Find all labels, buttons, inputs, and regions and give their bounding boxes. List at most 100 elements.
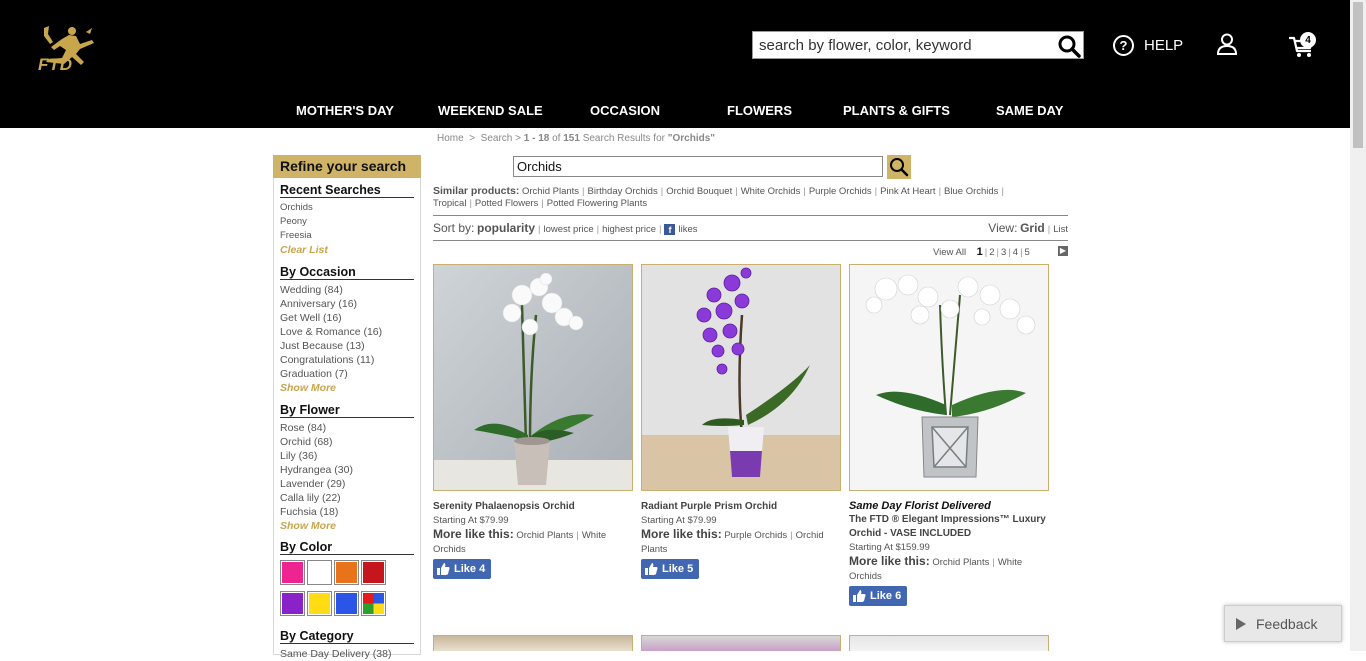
more-like-link[interactable]: Purple Orchids xyxy=(724,530,787,541)
page-link[interactable]: 5 xyxy=(1025,247,1030,258)
nav-same-day[interactable]: SAME DAY xyxy=(996,103,1063,118)
product-image[interactable] xyxy=(849,264,1049,491)
sort-likes[interactable]: likes xyxy=(678,224,697,235)
breadcrumb-separator: > xyxy=(515,133,521,144)
occasion-filter[interactable]: Just Because (13) xyxy=(280,339,414,353)
nav-flowers[interactable]: FLOWERS xyxy=(727,103,792,118)
view-grid[interactable]: Grid xyxy=(1020,221,1045,235)
like-count: 6 xyxy=(895,590,902,602)
help-label: HELP xyxy=(1144,36,1184,54)
view-label: View: xyxy=(988,221,1018,235)
nav-occasion[interactable]: OCCASION xyxy=(590,103,660,118)
like-label: Like xyxy=(870,590,893,602)
similar-link[interactable]: Blue Orchids xyxy=(944,186,998,197)
sort-popularity[interactable]: popularity xyxy=(477,221,535,235)
flower-show-more[interactable]: Show More xyxy=(280,519,414,533)
page-link[interactable]: 3 xyxy=(1001,247,1006,258)
product-name[interactable]: Radiant Purple Prism Orchid xyxy=(641,500,841,514)
more-like-this: More like this: Orchid Plants | White Orch… xyxy=(433,527,607,555)
results-search-input[interactable] xyxy=(514,157,882,176)
results-search-button[interactable] xyxy=(887,155,911,179)
help-icon: ? xyxy=(1113,34,1134,56)
color-title: By Color xyxy=(280,540,414,555)
color-swatch[interactable] xyxy=(280,560,305,585)
similar-link[interactable]: White Orchids xyxy=(741,186,801,197)
clear-list-link[interactable]: Clear List xyxy=(280,243,414,257)
color-swatch[interactable] xyxy=(334,560,359,585)
facebook-like-button[interactable]: Like 5 xyxy=(641,559,700,579)
occasion-filter[interactable]: Anniversary (16) xyxy=(280,297,414,311)
flower-filter[interactable]: Fuchsia (18) xyxy=(280,505,414,519)
flower-filter[interactable]: Calla lily (22) xyxy=(280,491,414,505)
color-swatch[interactable] xyxy=(361,560,386,585)
color-swatch[interactable] xyxy=(280,591,305,616)
similar-link[interactable]: Orchid Bouquet xyxy=(666,186,732,197)
product-name[interactable]: Serenity Phalaenopsis Orchid xyxy=(433,500,633,514)
category-section: By Category Same Day Delivery (38) xyxy=(280,629,414,661)
flower-filter[interactable]: Orchid (68) xyxy=(280,435,414,449)
flower-filter[interactable]: Hydrangea (30) xyxy=(280,463,414,477)
sort-lowest-price[interactable]: lowest price xyxy=(543,224,593,235)
page-link[interactable]: 2 xyxy=(989,247,994,258)
similar-link[interactable]: Potted Flowering Plants xyxy=(547,198,647,209)
occasion-show-more[interactable]: Show More xyxy=(280,381,414,395)
flower-filter[interactable]: Rose (84) xyxy=(280,421,414,435)
product-image[interactable] xyxy=(641,635,841,651)
page-link[interactable]: 4 xyxy=(1013,247,1018,258)
scrollbar-thumb[interactable] xyxy=(1353,2,1363,148)
more-like-link[interactable]: Orchid Plants xyxy=(932,557,989,568)
similar-link[interactable]: Tropical xyxy=(433,198,466,209)
occasion-filter[interactable]: Graduation (7) xyxy=(280,367,414,381)
nav-mothers-day[interactable]: MOTHER'S DAY xyxy=(296,103,394,118)
color-swatch[interactable] xyxy=(307,591,332,616)
search-icon[interactable] xyxy=(1057,34,1081,58)
view-all-link[interactable]: View All xyxy=(933,247,966,258)
logo-text[interactable]: FTD xyxy=(38,55,73,75)
next-page-arrow-icon[interactable]: ▶ xyxy=(1058,246,1068,256)
recent-searches-title: Recent Searches xyxy=(280,183,414,198)
sortbar-divider xyxy=(433,240,1068,241)
product-image[interactable] xyxy=(433,635,633,651)
view-list[interactable]: List xyxy=(1053,224,1068,235)
product-image[interactable] xyxy=(641,264,841,491)
color-swatch[interactable] xyxy=(334,591,359,616)
occasion-filter[interactable]: Wedding (84) xyxy=(280,283,414,297)
breadcrumb-of: of xyxy=(552,133,561,144)
occasion-filter[interactable]: Congratulations (11) xyxy=(280,353,414,367)
similar-link[interactable]: Pink At Heart xyxy=(880,186,935,197)
header-search-input[interactable] xyxy=(759,35,1051,55)
color-swatch[interactable] xyxy=(361,591,386,616)
flower-filter[interactable]: Lily (36) xyxy=(280,449,414,463)
sort-highest-price[interactable]: highest price xyxy=(602,224,656,235)
recent-search-item[interactable]: Orchids xyxy=(280,201,414,215)
account-icon[interactable] xyxy=(1216,33,1238,55)
similar-link[interactable]: Orchid Plants xyxy=(522,186,579,197)
product-name[interactable]: The FTD ® Elegant Impressions™ Luxury Or… xyxy=(849,513,1049,541)
similar-link[interactable]: Birthday Orchids xyxy=(588,186,658,197)
similar-link[interactable]: Purple Orchids xyxy=(809,186,872,197)
recent-search-item[interactable]: Freesia xyxy=(280,229,414,243)
feedback-button[interactable]: Feedback xyxy=(1224,605,1342,642)
product-price: Starting At $79.99 xyxy=(641,515,717,526)
more-like-link[interactable]: Orchid Plants xyxy=(516,530,573,541)
page-link-current[interactable]: 1 xyxy=(977,246,983,258)
occasion-filter[interactable]: Get Well (16) xyxy=(280,311,414,325)
facebook-like-button[interactable]: Like 4 xyxy=(433,559,492,579)
similar-link[interactable]: Potted Flowers xyxy=(475,198,538,209)
occasion-filter[interactable]: Love & Romance (16) xyxy=(280,325,414,339)
color-swatch[interactable] xyxy=(307,560,332,585)
product-image[interactable] xyxy=(849,635,1049,651)
category-filter[interactable]: Same Day Delivery (38) xyxy=(280,647,414,661)
page-scrollbar[interactable] xyxy=(1350,0,1366,651)
nav-plants-gifts[interactable]: PLANTS & GIFTS xyxy=(843,103,950,118)
product-image[interactable] xyxy=(433,264,633,491)
breadcrumb-home[interactable]: Home xyxy=(437,133,464,144)
help-link[interactable]: ? HELP xyxy=(1113,34,1183,56)
facebook-like-button[interactable]: Like 6 xyxy=(849,586,908,606)
breadcrumb-search[interactable]: Search xyxy=(481,133,513,144)
flower-filter[interactable]: Lavender (29) xyxy=(280,477,414,491)
like-count: 4 xyxy=(479,563,486,575)
feedback-label: Feedback xyxy=(1256,615,1318,632)
nav-weekend-sale[interactable]: WEEKEND SALE xyxy=(438,103,543,118)
recent-search-item[interactable]: Peony xyxy=(280,215,414,229)
